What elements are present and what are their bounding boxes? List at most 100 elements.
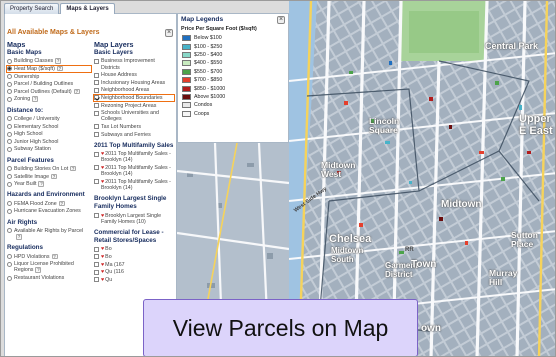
basic-map-item[interactable]: Zoning? [7, 96, 91, 102]
basic-map-radio[interactable] [7, 89, 12, 95]
parcel-feature-item[interactable]: Year Built? [7, 181, 91, 187]
commercial-layer-item[interactable]: ♥Ma (167 [94, 262, 174, 268]
legend-swatch [182, 85, 191, 92]
basic-layer-item[interactable]: Rezoning Project Areas [94, 103, 174, 109]
basic-layer-checkbox[interactable] [94, 103, 99, 109]
commercial-layer-checkbox[interactable] [94, 246, 99, 252]
air-rights-item[interactable]: Available Air Rights by Parcel? [7, 228, 91, 240]
map-label-chelsea: Chelsea [329, 233, 372, 245]
basic-layer-item[interactable]: Neighborhood Boundaries [92, 93, 176, 103]
basic-map-radio[interactable] [7, 74, 12, 80]
hazard-radio[interactable] [7, 201, 12, 207]
map-label-midtown-south: Midtown South [331, 246, 364, 264]
basic-layer-checkbox[interactable] [94, 80, 99, 86]
distance-item[interactable]: Junior High School [7, 139, 91, 145]
parcel-feature-label-text: Year Built [14, 181, 37, 188]
parcel-feature-item[interactable]: Satellite Image? [7, 173, 91, 180]
commercial-layer-checkbox[interactable] [94, 262, 99, 268]
map-pin-icon: ♥ [101, 212, 105, 219]
help-icon[interactable]: ? [56, 65, 63, 72]
commercial-layer-item[interactable]: ♥Qu (116 [94, 269, 174, 275]
air-rights-radio[interactable] [7, 228, 12, 234]
basic-map-item[interactable]: Parcel Outlines (Default)? [7, 88, 91, 95]
multifamily-layer-checkbox[interactable] [94, 151, 99, 157]
basic-layer-item[interactable]: Neighborhood Areas [94, 87, 174, 93]
single-family-layer-checkbox[interactable] [94, 213, 99, 219]
help-icon[interactable]: ? [32, 96, 39, 102]
basic-map-item[interactable]: Building Classes? [7, 58, 91, 64]
regulation-radio[interactable] [7, 261, 12, 267]
basic-map-radio[interactable] [7, 58, 12, 64]
regulation-item[interactable]: Liquor License Prohibited Regions? [7, 261, 91, 273]
hazard-item[interactable]: FEMA Flood Zone? [7, 200, 91, 207]
tab-maps-layers[interactable]: Maps & Layers [60, 3, 115, 14]
multifamily-layer-item[interactable]: ♥2011 Top Multifamily Sales - Brooklyn (… [94, 151, 174, 163]
hazard-item[interactable]: Hurricane Evacuation Zones [7, 208, 91, 214]
basic-layer-checkbox[interactable] [94, 87, 99, 93]
regulation-item[interactable]: HPD Violations? [7, 253, 91, 260]
help-icon[interactable]: ? [38, 181, 45, 187]
basic-layer-item[interactable]: House Address [94, 72, 174, 78]
hazard-radio[interactable] [7, 208, 12, 214]
parcel-feature-radio[interactable] [7, 181, 12, 187]
help-icon[interactable]: ? [55, 58, 62, 64]
parcel-feature-item[interactable]: Building Stories On Lot? [7, 165, 91, 172]
basic-layer-item[interactable]: Business Improvement Districts [94, 58, 174, 71]
basic-layer-checkbox[interactable] [94, 58, 99, 64]
distance-item[interactable]: High School [7, 131, 91, 137]
basic-layer-item[interactable]: Subways and Ferries [94, 132, 174, 138]
basic-layer-item[interactable]: Tax Lot Numbers [94, 124, 174, 130]
regulation-item[interactable]: Restaurant Violations [7, 275, 91, 281]
legend-close-button[interactable]: × [277, 16, 285, 24]
help-icon[interactable]: ? [51, 173, 58, 180]
regulation-radio[interactable] [7, 275, 12, 281]
help-icon[interactable]: ? [73, 88, 80, 95]
basic-map-item[interactable]: Heat Map ($/sqft)? [5, 64, 93, 74]
multifamily-layer-item[interactable]: ♥2011 Top Multifamily Sales - Brooklyn (… [94, 179, 174, 191]
distance-item[interactable]: College / University [7, 116, 91, 122]
distance-radio[interactable] [7, 116, 12, 122]
basic-layer-checkbox[interactable] [94, 132, 99, 138]
basic-layer-item[interactable]: Schools Universities and Colleges [94, 110, 174, 122]
basic-layer-checkbox[interactable] [94, 95, 99, 101]
commercial-layer-checkbox[interactable] [94, 254, 99, 260]
distance-label-text: Elementary School [14, 123, 59, 130]
commercial-layer-item[interactable]: ♥Qu [94, 277, 174, 283]
commercial-layer-item[interactable]: ♥Bo [94, 254, 174, 260]
multifamily-layer-item[interactable]: ♥2011 Top Multifamily Sales - Brooklyn (… [94, 165, 174, 177]
multifamily-layer-checkbox[interactable] [94, 179, 99, 185]
tab-property-search[interactable]: Property Search [4, 3, 60, 14]
multifamily-layer-checkbox[interactable] [94, 165, 99, 171]
basic-map-radio[interactable] [7, 66, 12, 72]
distance-radio[interactable] [7, 124, 12, 130]
basic-map-radio[interactable] [7, 81, 12, 87]
legend-swatch [182, 102, 191, 109]
distance-radio[interactable] [7, 139, 12, 145]
distance-radio[interactable] [7, 146, 12, 152]
single-family-layer-item[interactable]: ♥Brooklyn Largest Single Family Homes (1… [94, 213, 174, 225]
basic-layer-checkbox[interactable] [94, 72, 99, 78]
regulation-label: Restaurant Violations [14, 275, 64, 281]
help-icon[interactable]: ? [51, 253, 58, 260]
help-icon[interactable]: ? [16, 234, 22, 240]
basic-layer-checkbox[interactable] [94, 110, 99, 116]
distance-radio[interactable] [7, 131, 12, 137]
basic-layer-item[interactable]: Inclusionary Housing Areas [94, 80, 174, 86]
regulation-radio[interactable] [7, 254, 12, 260]
distance-item[interactable]: Elementary School [7, 124, 91, 130]
basic-map-item[interactable]: Ownership [7, 74, 91, 80]
basic-layer-checkbox[interactable] [94, 124, 99, 130]
commercial-layer-item[interactable]: ♥Bo [94, 246, 174, 252]
help-icon[interactable]: ? [35, 267, 42, 273]
basic-map-item[interactable]: Parcel / Building Outlines [7, 81, 91, 87]
help-icon[interactable]: ? [58, 200, 65, 207]
parcel-feature-radio[interactable] [7, 166, 12, 172]
distance-item[interactable]: Subway Station [7, 146, 91, 152]
basic-map-radio[interactable] [7, 96, 12, 102]
parcel-feature-radio[interactable] [7, 174, 12, 180]
help-icon[interactable]: ? [70, 165, 77, 172]
commercial-layer-checkbox[interactable] [94, 277, 99, 283]
commercial-layer-checkbox[interactable] [94, 269, 99, 275]
panel-close-button[interactable]: × [165, 29, 173, 37]
basic-layers-heading: Basic Layers [94, 49, 133, 56]
